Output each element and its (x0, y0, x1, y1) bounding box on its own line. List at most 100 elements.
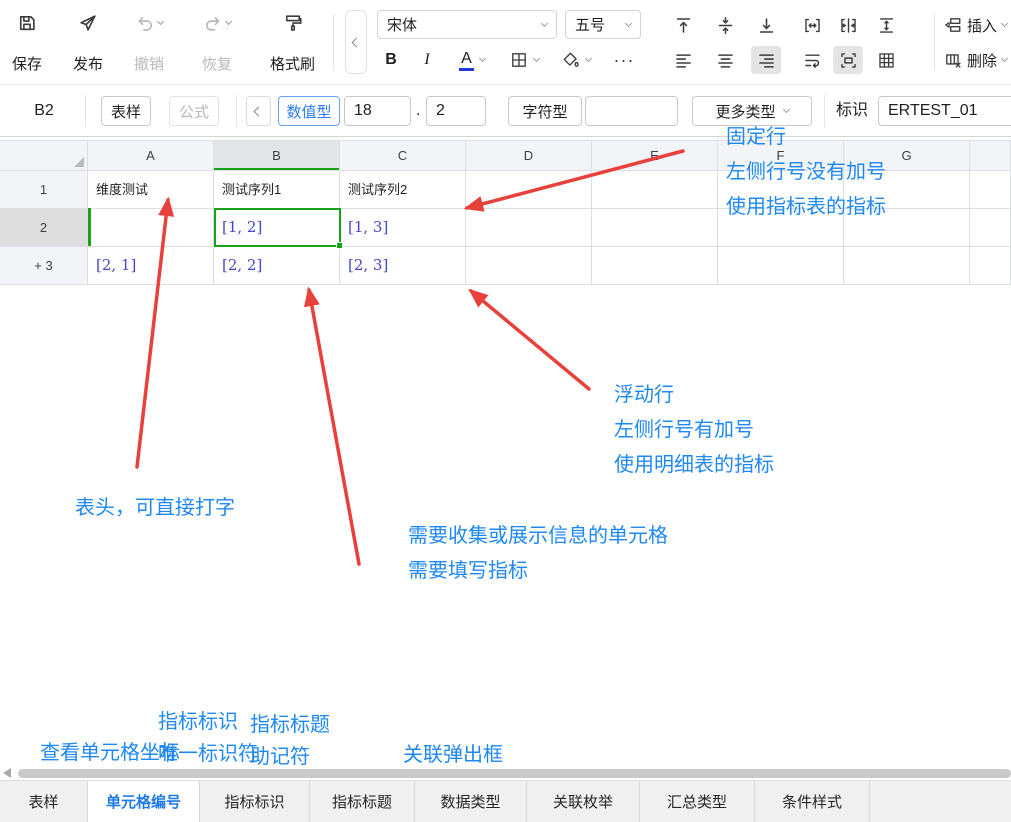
cell-b1[interactable]: 测试序列1 (214, 171, 340, 209)
identifier-input[interactable]: ERTEST_01 (878, 96, 1011, 126)
float-row-arrow (471, 291, 589, 389)
undo-options-chevron-icon[interactable] (157, 18, 164, 25)
chevron-down-icon (584, 55, 591, 62)
scroll-left-icon[interactable] (3, 768, 11, 778)
column-header-e[interactable]: E (592, 141, 718, 171)
format-painter-button[interactable]: 格式刷 (266, 8, 319, 76)
tab-related-enum[interactable]: 关联枚举 (527, 781, 640, 822)
row-header-3-floating[interactable]: + 3 (0, 247, 88, 285)
publish-button[interactable]: 发布 (69, 8, 107, 76)
column-header-partial[interactable] (970, 141, 1011, 171)
indicator-title-note: 指标标题 助记符 (250, 709, 330, 773)
cell-partial[interactable] (970, 247, 1011, 285)
fixed-row-note: 固定行 左侧行号没有加号 使用指标表的指标 (726, 120, 886, 225)
redo-button[interactable]: 恢复 (198, 8, 236, 76)
tab-data-type[interactable]: 数据类型 (415, 781, 527, 822)
tab-indicator-title[interactable]: 指标标题 (310, 781, 415, 822)
format-painter-icon (283, 10, 303, 36)
char-type-button[interactable]: 字符型 (508, 96, 582, 126)
cell-f3[interactable] (718, 247, 844, 285)
cell-b2-selected[interactable]: [1, 2] (214, 209, 340, 247)
fill-color-button[interactable] (554, 46, 598, 74)
tab-table-style[interactable]: 表样 (0, 781, 88, 822)
cell-d2[interactable] (466, 209, 592, 247)
font-size-select[interactable]: 五号 (565, 10, 641, 39)
chevron-left-icon (351, 37, 361, 47)
wrap-text-icon (803, 51, 822, 70)
align-right-button[interactable] (751, 46, 781, 74)
font-size-value: 五号 (575, 14, 626, 35)
redo-label: 恢复 (202, 56, 232, 74)
column-header-a[interactable]: A (88, 141, 214, 171)
cell-e2[interactable] (592, 209, 718, 247)
cell-a3[interactable]: [2, 1] (88, 247, 214, 285)
main-toolbar: 保存 发布 撤销 恢复 (0, 0, 1011, 85)
integer-digits-input[interactable]: 18 (344, 96, 411, 126)
cell-partial[interactable] (970, 209, 1011, 247)
bold-button[interactable]: B (376, 46, 406, 74)
align-center-button[interactable] (710, 46, 740, 74)
char-length-input[interactable] (585, 96, 678, 126)
align-center-icon (716, 51, 735, 70)
horizontal-scrollbar[interactable] (18, 769, 1011, 778)
collapse-toolbar-button[interactable] (345, 10, 367, 74)
cell-b3[interactable]: [2, 2] (214, 247, 340, 285)
fit-column-width-button[interactable] (797, 11, 827, 39)
undo-button[interactable]: 撤销 (130, 8, 168, 76)
insert-button[interactable]: 插入 (944, 11, 1007, 39)
align-bottom-button[interactable] (751, 11, 781, 39)
cell-partial[interactable] (970, 171, 1011, 209)
row-header-1[interactable]: 1 (0, 171, 88, 209)
font-color-button[interactable]: A (450, 46, 494, 74)
save-button[interactable]: 保存 (8, 8, 46, 76)
cell-reference[interactable]: B2 (14, 96, 74, 126)
tab-summary-type[interactable]: 汇总类型 (640, 781, 755, 822)
italic-button[interactable]: I (412, 46, 442, 74)
more-format-options-button[interactable]: ··· (606, 46, 642, 74)
column-header-d[interactable]: D (466, 141, 592, 171)
cell-c1[interactable]: 测试序列2 (340, 171, 466, 209)
fit-row-height-button[interactable] (871, 11, 901, 39)
formula-button[interactable]: 公式 (169, 96, 219, 126)
merge-cells-button[interactable] (833, 46, 863, 74)
save-label: 保存 (12, 56, 42, 74)
tab-bar-filler (870, 781, 1011, 822)
align-middle-button[interactable] (710, 11, 740, 39)
redo-options-chevron-icon[interactable] (225, 18, 232, 25)
wrap-text-button[interactable] (797, 46, 827, 74)
cell-d1[interactable] (466, 171, 592, 209)
row-header-2[interactable]: 2 (0, 209, 88, 247)
split-cells-button[interactable] (833, 11, 863, 39)
select-all-corner[interactable] (0, 141, 88, 171)
tab-indicator-id[interactable]: 指标标识 (200, 781, 310, 822)
font-family-select[interactable]: 宋体 (377, 10, 557, 39)
chevron-down-icon (532, 55, 539, 62)
decimal-digits-input[interactable]: 2 (426, 96, 486, 126)
cell-e1[interactable] (592, 171, 718, 209)
all-borders-grid-button[interactable] (871, 46, 901, 74)
cell-g3[interactable] (844, 247, 970, 285)
align-top-button[interactable] (668, 11, 698, 39)
align-top-icon (674, 16, 693, 35)
borders-button[interactable] (502, 46, 546, 74)
align-left-button[interactable] (668, 46, 698, 74)
cell-d3[interactable] (466, 247, 592, 285)
collapse-type-section-button[interactable] (246, 96, 271, 126)
chevron-down-icon (541, 19, 548, 26)
cell-a2[interactable] (88, 209, 214, 247)
toolbar-divider (333, 14, 334, 70)
tab-cell-number[interactable]: 单元格编号 (88, 781, 200, 822)
cell-c2[interactable]: [1, 3] (340, 209, 466, 247)
tab-condition-style[interactable]: 条件样式 (755, 781, 870, 822)
chevron-down-icon (1001, 20, 1008, 27)
fit-row-height-icon (877, 16, 896, 35)
column-header-b[interactable]: B (214, 141, 340, 171)
column-header-c[interactable]: C (340, 141, 466, 171)
cell-c3[interactable]: [2, 3] (340, 247, 466, 285)
table-style-button[interactable]: 表样 (101, 96, 151, 126)
cell-e3[interactable] (592, 247, 718, 285)
numeric-type-button[interactable]: 数值型 (278, 96, 340, 126)
delete-button[interactable]: 删除 (944, 46, 1007, 74)
cell-a1[interactable]: 维度测试 (88, 171, 214, 209)
undo-icon (135, 13, 155, 33)
